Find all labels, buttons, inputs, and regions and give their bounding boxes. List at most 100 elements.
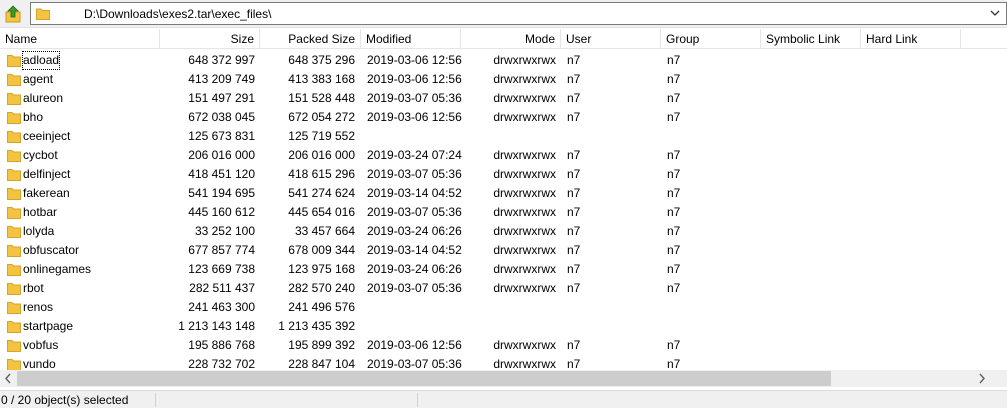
- row-packed-size: 648 375 296: [288, 53, 355, 67]
- horizontal-scrollbar[interactable]: [0, 370, 1007, 387]
- file-row[interactable]: rbot 282 511 437 282 570 240 2019-03-07 05:…: [0, 279, 1007, 298]
- row-mode: drwxrwxrwx: [493, 281, 556, 295]
- row-mode: [461, 298, 556, 317]
- file-row[interactable]: delfinject 418 451 120 418 615 296 2019-03-…: [0, 165, 1007, 184]
- row-group: n7: [667, 243, 681, 257]
- column-header-group[interactable]: Group: [661, 29, 761, 49]
- row-mode: [461, 317, 556, 336]
- column-header-mode[interactable]: Mode: [461, 29, 561, 49]
- row-user: n7: [567, 91, 581, 105]
- row-modified: 2019-03-07 05:36: [367, 205, 462, 219]
- column-header-size[interactable]: Size: [160, 29, 260, 49]
- row-packed-size: 418 615 296: [288, 167, 355, 181]
- row-mode: drwxrwxrwx: [493, 167, 556, 181]
- row-modified: 2019-03-14 04:52: [367, 186, 462, 200]
- row-name: alureon: [23, 91, 64, 105]
- row-mode: drwxrwxrwx: [493, 91, 556, 105]
- go-up-button[interactable]: [3, 4, 23, 24]
- row-modified: 2019-03-24 06:26: [367, 262, 462, 276]
- row-user: [567, 298, 657, 317]
- row-user: n7: [567, 262, 581, 276]
- row-user: [567, 317, 657, 336]
- row-size: 206 016 000: [188, 148, 255, 162]
- row-packed-size: 125 719 552: [288, 129, 355, 143]
- row-size: 33 252 100: [194, 224, 255, 238]
- row-size: 282 511 437: [189, 281, 255, 295]
- file-row[interactable]: cycbot 206 016 000 206 016 000 2019-03-24 0…: [0, 146, 1007, 165]
- file-row[interactable]: adload 648 372 997 648 375 296 2019-03-06 1…: [0, 51, 1007, 70]
- file-row[interactable]: vobfus 195 886 768 195 899 392 2019-03-06 1…: [0, 336, 1007, 355]
- file-row[interactable]: agent 413 209 749 413 383 168 2019-03-06 12…: [0, 70, 1007, 89]
- row-group: n7: [667, 262, 681, 276]
- row-user: n7: [567, 186, 581, 200]
- file-row[interactable]: hotbar 445 160 612 445 654 016 2019-03-07 0…: [0, 203, 1007, 222]
- row-size: 1 213 143 148: [178, 319, 255, 333]
- column-header-user[interactable]: User: [561, 29, 661, 49]
- row-name: renos: [23, 300, 54, 314]
- row-size: 541 194 695: [188, 186, 255, 200]
- folder-icon: [7, 226, 21, 238]
- row-name: cycbot: [23, 148, 58, 162]
- row-size: 125 673 831: [188, 129, 255, 143]
- file-row[interactable]: vundo 228 732 702 228 847 104 2019-03-07 05…: [0, 355, 1007, 370]
- row-size: 445 160 612: [188, 205, 255, 219]
- folder-icon: [7, 93, 21, 105]
- file-row[interactable]: renos 241 463 300 241 496 576: [0, 298, 1007, 317]
- folder-icon: [7, 283, 21, 295]
- row-name: bho: [23, 110, 44, 124]
- file-row[interactable]: bho 672 038 045 672 054 272 2019-03-06 12:5…: [0, 108, 1007, 127]
- file-row[interactable]: fakerean 541 194 695 541 274 624 2019-03-14…: [0, 184, 1007, 203]
- column-header-packed-size[interactable]: Packed Size: [260, 29, 361, 49]
- row-modified: 2019-03-24 06:26: [367, 224, 462, 238]
- file-row[interactable]: obfuscator 677 857 774 678 009 344 2019-03-…: [0, 241, 1007, 260]
- column-header-symbolic-link[interactable]: Symbolic Link: [761, 29, 861, 49]
- scroll-right-icon[interactable]: [973, 370, 990, 387]
- row-name: ceeinject: [23, 129, 71, 143]
- row-name: hotbar: [23, 205, 58, 219]
- folder-icon: [7, 150, 21, 162]
- file-row[interactable]: onlinegames 123 669 738 123 975 168 2019-03…: [0, 260, 1007, 279]
- scroll-left-icon[interactable]: [0, 370, 17, 387]
- row-size: 228 732 702: [188, 357, 255, 370]
- row-size: 418 451 120: [188, 167, 255, 181]
- row-group: n7: [667, 281, 681, 295]
- folder-icon: [7, 74, 21, 86]
- folder-icon: [7, 169, 21, 181]
- file-row[interactable]: lolyda 33 252 100 33 457 664 2019-03-24 06:…: [0, 222, 1007, 241]
- row-user: n7: [567, 338, 581, 352]
- row-packed-size: 678 009 344: [288, 243, 355, 257]
- row-group: [667, 127, 757, 146]
- file-row[interactable]: startpage 1 213 143 148 1 213 435 392: [0, 317, 1007, 336]
- file-row[interactable]: alureon 151 497 291 151 528 448 2019-03-07 …: [0, 89, 1007, 108]
- row-user: n7: [567, 148, 581, 162]
- row-group: n7: [667, 186, 681, 200]
- row-modified: [367, 298, 467, 317]
- row-packed-size: 1 213 435 392: [278, 319, 355, 333]
- column-header-modified[interactable]: Modified: [361, 29, 461, 49]
- row-size: 151 497 291: [188, 91, 255, 105]
- row-group: [667, 317, 757, 336]
- address-path-input[interactable]: D:\Downloads\exes2.tar\exec_files\: [30, 2, 1007, 25]
- row-mode: drwxrwxrwx: [493, 53, 556, 67]
- row-modified: [367, 317, 467, 336]
- row-group: n7: [667, 167, 681, 181]
- row-group: n7: [667, 205, 681, 219]
- row-user: [567, 127, 657, 146]
- chevron-down-icon[interactable]: [988, 6, 1002, 20]
- row-group: n7: [667, 148, 681, 162]
- row-mode: drwxrwxrwx: [493, 205, 556, 219]
- column-header-name[interactable]: Name: [0, 29, 160, 49]
- file-row[interactable]: ceeinject 125 673 831 125 719 552: [0, 127, 1007, 146]
- column-header-hard-link[interactable]: Hard Link: [861, 29, 961, 49]
- row-size: 413 209 749: [188, 72, 255, 86]
- row-user: n7: [567, 243, 581, 257]
- row-packed-size: 151 528 448: [288, 91, 355, 105]
- row-user: n7: [567, 72, 581, 86]
- row-mode: drwxrwxrwx: [493, 72, 556, 86]
- row-modified: [367, 127, 467, 146]
- row-group: n7: [667, 72, 681, 86]
- row-group: n7: [667, 357, 681, 370]
- scrollbar-thumb[interactable]: [17, 371, 831, 386]
- row-packed-size: 282 570 240: [288, 281, 355, 295]
- status-divider: [417, 393, 418, 407]
